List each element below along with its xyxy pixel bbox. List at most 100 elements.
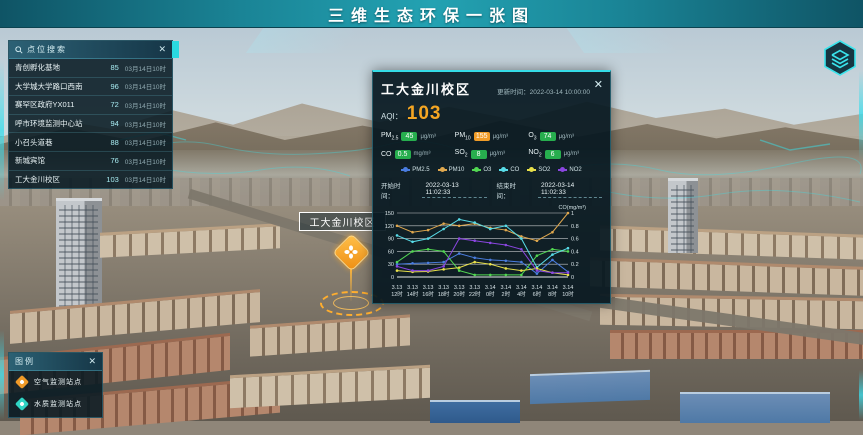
station-name: 新城宾馆 <box>15 155 106 166</box>
legend-label: O3 <box>483 167 491 173</box>
svg-text:3.13: 3.13 <box>423 285 434 291</box>
pollutant-name: PM2.5 <box>381 132 398 141</box>
light-streak <box>246 27 414 53</box>
station-name: 赛罕区政府YX011 <box>15 99 106 110</box>
legend-label: SO2 <box>538 167 550 173</box>
svg-text:3.14: 3.14 <box>485 285 496 291</box>
svg-text:3.14: 3.14 <box>516 285 527 291</box>
legend-marker <box>527 169 536 171</box>
chart-legend-item[interactable]: NO2 <box>558 167 581 173</box>
pollutant-value-badge: 8 <box>471 150 487 159</box>
legend-item-label: 空气监测站点 <box>34 377 82 387</box>
start-time-label: 开始时间： <box>381 180 412 200</box>
svg-text:1: 1 <box>571 211 574 217</box>
station-update-time: 03月14日10时 <box>125 119 166 129</box>
station-list-item[interactable]: 青创孵化基地 85 03月14日10时 <box>9 59 172 78</box>
svg-text:20时: 20时 <box>453 290 465 298</box>
legend-label: PM2.5 <box>412 167 429 173</box>
layers-icon[interactable] <box>823 40 857 76</box>
station-aqi-value: 85 <box>110 63 118 72</box>
station-name: 呼市环境监测中心站 <box>15 118 106 129</box>
tall-building <box>56 198 102 311</box>
edge-glow <box>859 370 863 420</box>
edge-glow <box>859 70 863 160</box>
svg-text:12时: 12时 <box>391 290 403 298</box>
pollutant-metric: O3 74 μg/m³ <box>528 132 602 141</box>
station-list-item[interactable]: 新城宾馆 76 03月14日10时 <box>9 152 172 171</box>
station-detail-popup: ✕ 工大金川校区 更新时间：2022-03-14 10:00:00 AQI： 1… <box>372 70 611 304</box>
edge-glow <box>0 60 4 200</box>
pollutant-name: CO <box>381 151 392 158</box>
svg-text:0: 0 <box>571 275 574 281</box>
svg-text:0.2: 0.2 <box>571 262 579 268</box>
end-time-label: 结束时间： <box>497 180 528 200</box>
end-time-field[interactable]: 2022-03-14 11:02:33 <box>538 182 602 198</box>
station-panel-titlebar: 点位搜索 ✕ <box>9 41 172 59</box>
station-panel-title: 点位搜索 <box>27 44 67 55</box>
pollutant-unit: μg/m³ <box>493 134 508 140</box>
chart-legend: PM2.5 PM10 O3 CO SO2 NO2 <box>381 167 602 173</box>
station-update-time: 03月14日10时 <box>125 137 166 147</box>
legend-marker <box>558 169 567 171</box>
legend-item: 水质监测站点 <box>9 393 102 415</box>
svg-text:30: 30 <box>388 262 394 268</box>
chart-legend-item[interactable]: CO <box>499 167 519 173</box>
legend-label: NO2 <box>569 167 581 173</box>
station-list-item[interactable]: 赛罕区政府YX011 72 03月14日10时 <box>9 96 172 115</box>
pollutant-name: NO2 <box>528 149 541 158</box>
station-list-item[interactable]: 大学城大学路口西南 96 03月14日10时 <box>9 78 172 97</box>
pollutant-name: SO2 <box>455 149 468 158</box>
station-update-time: 03月14日10时 <box>125 156 166 166</box>
pollutant-name: O3 <box>528 132 536 141</box>
pollutant-metric: CO 0.5 mg/m³ <box>381 149 455 158</box>
search-icon <box>15 46 23 54</box>
chart-legend-item[interactable]: PM2.5 <box>401 167 429 173</box>
svg-text:60: 60 <box>388 249 394 255</box>
start-time-field[interactable]: 2022-03-13 11:02:33 <box>422 182 486 198</box>
station-list-item[interactable]: 呼市环境监测中心站 94 03月14日10时 <box>9 115 172 134</box>
chart-legend-item[interactable]: PM10 <box>438 167 465 173</box>
svg-text:18时: 18时 <box>438 290 450 298</box>
legend-list: 空气监测站点 水质监测站点 <box>9 371 102 415</box>
legend-label: CO <box>510 167 519 173</box>
close-icon[interactable]: ✕ <box>594 78 603 91</box>
pollutant-trend-chart: CO(mg/m³)030609012015000.20.40.60.813.13… <box>381 203 586 310</box>
collapse-handle[interactable] <box>172 41 179 58</box>
svg-text:3.14: 3.14 <box>547 285 558 291</box>
station-aqi-value: 76 <box>110 156 118 165</box>
svg-text:16时: 16时 <box>422 290 434 298</box>
pollutant-metric: NO2 6 μg/m³ <box>528 149 602 158</box>
pollutant-unit: μg/m³ <box>559 134 574 140</box>
app-header: 三维生态环保一张图 <box>0 0 863 28</box>
svg-text:22时: 22时 <box>469 290 481 298</box>
aqi-label: AQI： <box>381 111 403 122</box>
station-update-time: 03月14日10时 <box>125 63 166 73</box>
station-list-item[interactable]: 小召头道巷 88 03月14日10时 <box>9 133 172 152</box>
pollutant-value-badge: 0.5 <box>395 150 411 159</box>
svg-text:0.8: 0.8 <box>571 224 579 230</box>
pollutant-metric: PM10 155 μg/m³ <box>455 132 529 141</box>
close-icon[interactable]: ✕ <box>158 45 166 54</box>
svg-text:3.14: 3.14 <box>532 285 543 291</box>
chart-legend-item[interactable]: O3 <box>472 167 491 173</box>
legend-marker <box>499 169 508 171</box>
close-icon[interactable]: ✕ <box>88 357 96 366</box>
station-name: 大学城大学路口西南 <box>15 81 106 92</box>
station-list-item[interactable]: 工大金川校区 103 03月14日10时 <box>9 171 172 189</box>
legend-marker <box>401 169 410 171</box>
svg-text:150: 150 <box>385 211 394 217</box>
station-update-time: 03月14日10时 <box>125 174 166 184</box>
industrial-shed <box>430 400 520 423</box>
legend-marker <box>438 169 447 171</box>
svg-text:0: 0 <box>391 275 394 281</box>
svg-text:3.14: 3.14 <box>500 285 511 291</box>
station-aqi-value: 103 <box>106 175 119 184</box>
svg-text:2时: 2时 <box>502 290 511 298</box>
station-aqi-value: 94 <box>110 119 118 128</box>
map-legend-panel: 图例 ✕ 空气监测站点 水质监测站点 <box>8 352 103 418</box>
chart-legend-item[interactable]: SO2 <box>527 167 550 173</box>
popup-update-time: 更新时间：2022-03-14 10:00:00 <box>497 86 590 96</box>
station-name: 工大金川校区 <box>15 174 102 185</box>
station-list: 青创孵化基地 85 03月14日10时 大学城大学路口西南 96 03月14日1… <box>9 59 172 188</box>
light-streak <box>566 27 734 53</box>
